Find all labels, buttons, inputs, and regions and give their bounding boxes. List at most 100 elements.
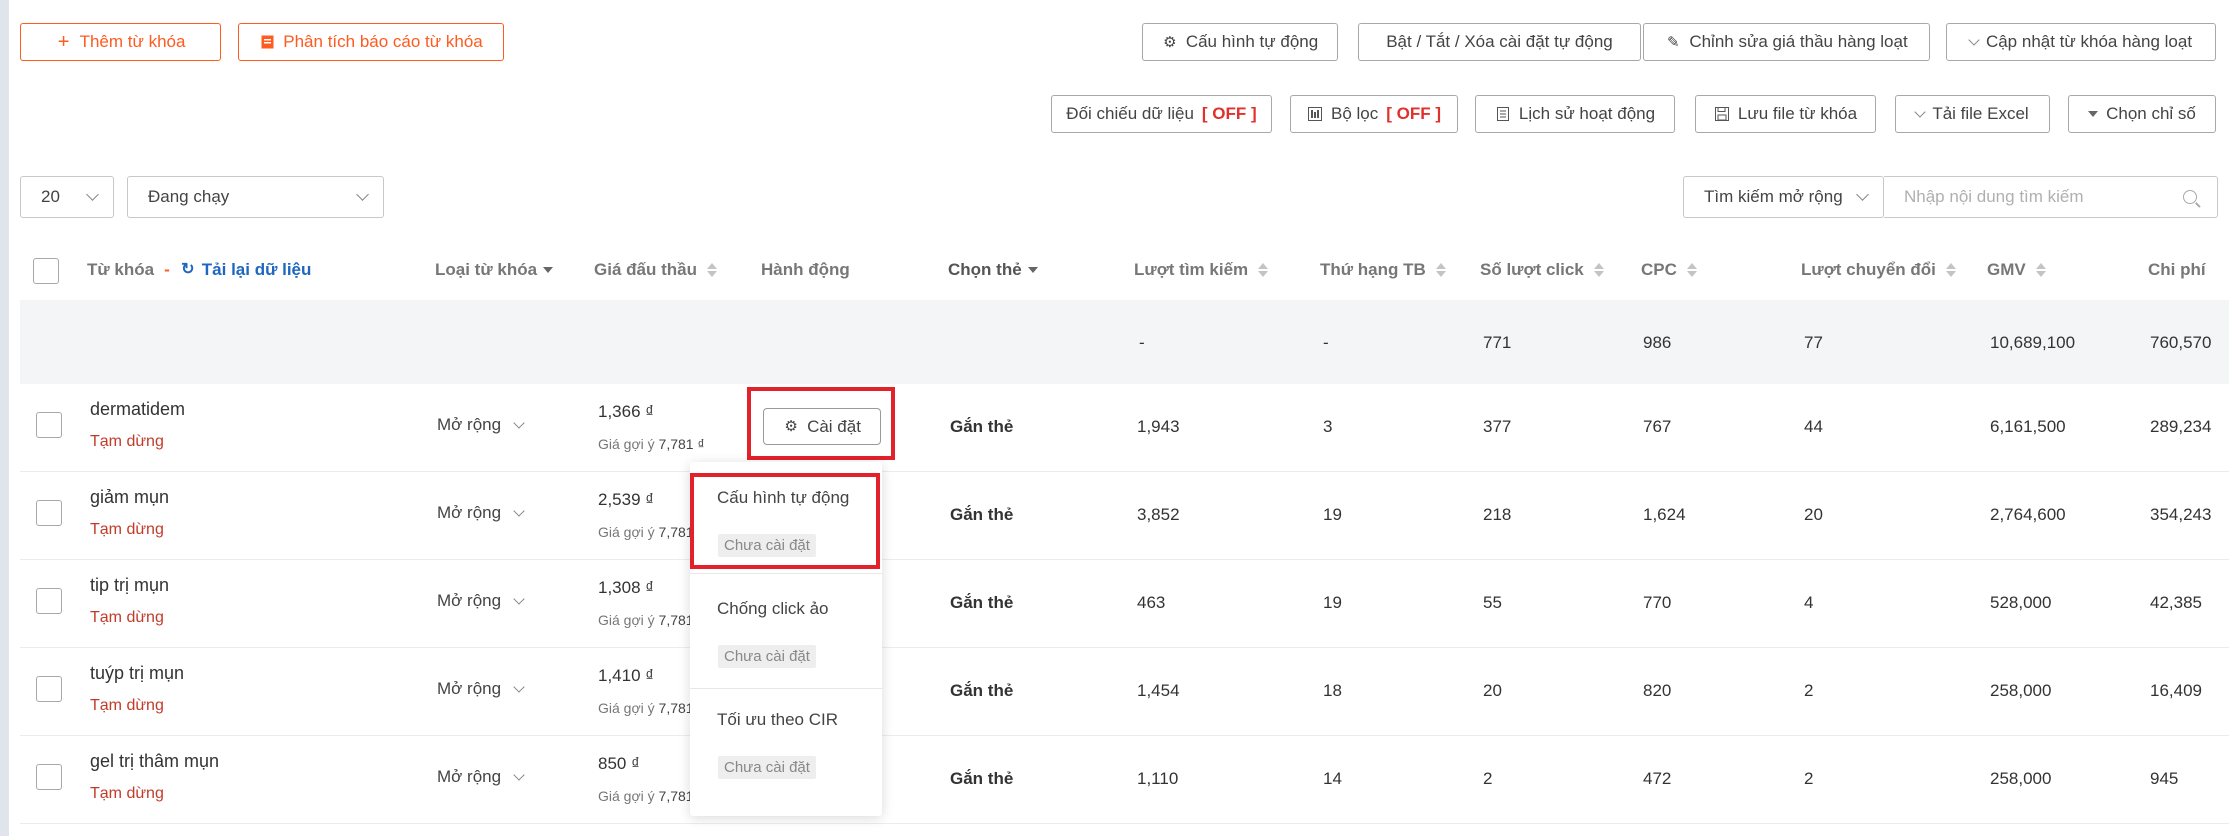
table-row [20,648,2229,736]
setup-button[interactable]: ⚙ Cài đặt [763,408,881,445]
chevron-down-icon [513,416,525,429]
highlight-auto-config-item [690,473,880,569]
tag-link[interactable]: Gắn thẻ [950,593,1013,613]
clicks-value: 2 [1483,769,1493,788]
toggle-auto-settings-button[interactable]: Bật / Tắt / Xóa cài đặt tự động [1358,23,1641,61]
cost-value: 42,385 [2150,593,2202,612]
clicks-value: 20 [1483,681,1502,700]
save-keyword-file-button[interactable]: Lưu file từ khóa [1695,95,1876,133]
clicks-value: 377 [1483,417,1512,436]
tag-link[interactable]: Gắn thẻ [950,769,1013,789]
keyword-type-select[interactable]: Mở rộng [437,767,525,787]
bulk-keyword-update-button[interactable]: Cập nhật từ khóa hàng loạt [1946,23,2216,61]
document-icon [1495,106,1511,122]
row-checkbox[interactable] [36,412,62,438]
keyword-type-select[interactable]: Mở rộng [437,415,525,435]
bid-value[interactable]: 2,539 ₫ [598,490,654,510]
keyword-type-select[interactable]: Mở rộng [437,591,525,611]
activity-history-button[interactable]: Lịch sử hoạt động [1475,95,1675,133]
choose-metric-button[interactable]: Chọn chỉ số [2068,95,2216,133]
column-header-conversions[interactable]: Lượt chuyển đổi [1801,260,1956,280]
bulk-bid-edit-button[interactable]: ✎ Chỉnh sửa giá thầu hàng loạt [1643,23,1930,61]
sort-icon [1945,263,1956,277]
search-icon[interactable] [2183,190,2197,204]
filter-button[interactable]: Bộ lọc [ OFF ] [1290,95,1458,133]
column-header-cost[interactable]: Chi phí [2148,260,2206,280]
chevron-down-icon [1968,33,1980,46]
table-row [20,472,2229,560]
sort-icon [2035,263,2046,277]
status-badge: Tạm dừng [90,785,164,802]
status-filter-select[interactable]: Đang chạy [127,176,384,218]
chevron-down-icon [356,188,369,201]
suggested-bid: Giá gợi ý 7,781 [598,612,694,628]
table-row [20,736,2229,824]
cpc-value: 767 [1643,417,1672,436]
cpc-value: 820 [1643,681,1672,700]
filter-icon [1307,106,1323,122]
tag-link[interactable]: Gắn thẻ [950,505,1013,525]
sort-icon [1686,263,1697,277]
suggested-bid: Giá gợi ý 7,781 ₫ [598,436,705,452]
column-header-searches[interactable]: Lượt tìm kiếm [1134,260,1269,280]
row-checkbox[interactable] [36,500,62,526]
cpc-value: 472 [1643,769,1672,788]
searches-value: 3,852 [1137,505,1180,524]
totals-row [20,300,2229,384]
sort-icon [706,263,717,277]
sort-icon [1258,263,1269,277]
add-keyword-button[interactable]: + Thêm từ khóa [20,23,221,61]
searches-value: 463 [1137,593,1166,612]
analyze-report-button[interactable]: Phân tích báo cáo từ khóa [238,23,504,61]
tag-link[interactable]: Gắn thẻ [950,681,1013,701]
rank-value: 14 [1323,769,1342,788]
keyword-text: giảm mụn [90,487,170,507]
dropdown-divider [690,573,882,574]
plus-icon: + [57,31,70,53]
column-header-gmv[interactable]: GMV [1987,260,2046,280]
dropdown-item-optimize-cir[interactable]: Tối ưu theo CIR [717,710,838,730]
keyword-type-select[interactable]: Mở rộng [437,503,525,523]
column-header-cpc[interactable]: CPC [1641,260,1697,280]
status-badge: Tạm dừng [90,697,164,714]
suggested-bid: Giá gợi ý 7,781 [598,788,694,804]
dropdown-item-status: Chưa cài đặt [718,645,816,668]
clicks-value: 55 [1483,593,1502,612]
bid-value[interactable]: 850 ₫ [598,754,640,774]
column-header-clicks[interactable]: Số lượt click [1480,260,1604,280]
conversions-value: 20 [1804,505,1823,524]
auto-config-button[interactable]: ⚙ Cấu hình tự động [1142,23,1338,61]
total-gmv: 10,689,100 [1990,333,2076,352]
chevron-down-icon [1856,188,1869,201]
bid-value[interactable]: 1,410 ₫ [598,666,654,686]
column-header-rank[interactable]: Thứ hạng TB [1320,260,1446,280]
searches-value: 1,454 [1137,681,1180,700]
conversions-value: 2 [1804,769,1814,788]
search-scope-select[interactable]: Tìm kiếm mở rộng [1683,176,1884,218]
status-badge: Tạm dừng [90,433,164,450]
dropdown-item-anti-fake-click[interactable]: Chống click ảo [717,599,829,619]
search-input[interactable] [1904,187,2174,207]
total-clicks: 771 [1483,333,1512,352]
keyword-text: dermatidem [90,399,186,419]
row-checkbox[interactable] [36,588,62,614]
select-all-checkbox[interactable] [33,258,59,284]
row-checkbox[interactable] [36,676,62,702]
page-size-select[interactable]: 20 [20,176,114,218]
row-checkbox[interactable] [36,764,62,790]
download-excel-button[interactable]: Tải file Excel [1895,95,2050,133]
keyword-type-select[interactable]: Mở rộng [437,679,525,699]
tag-link[interactable]: Gắn thẻ [950,417,1013,437]
conversions-value: 44 [1804,417,1823,436]
column-header-bid[interactable]: Giá đấu thầu [594,260,717,280]
chevron-down-icon [86,188,99,201]
column-header-tag[interactable]: Chọn thẻ [948,260,1038,280]
compare-data-button[interactable]: Đối chiếu dữ liệu [ OFF ] [1051,95,1272,133]
reload-data-link[interactable]: ↻ Tải lại dữ liệu [180,260,311,280]
dropdown-divider [690,688,882,689]
bid-value[interactable]: 1,308 ₫ [598,578,654,598]
conversions-value: 2 [1804,681,1814,700]
column-header-type[interactable]: Loại từ khóa [435,260,554,280]
cost-value: 16,409 [2150,681,2202,700]
bid-value[interactable]: 1,366 ₫ [598,402,654,422]
